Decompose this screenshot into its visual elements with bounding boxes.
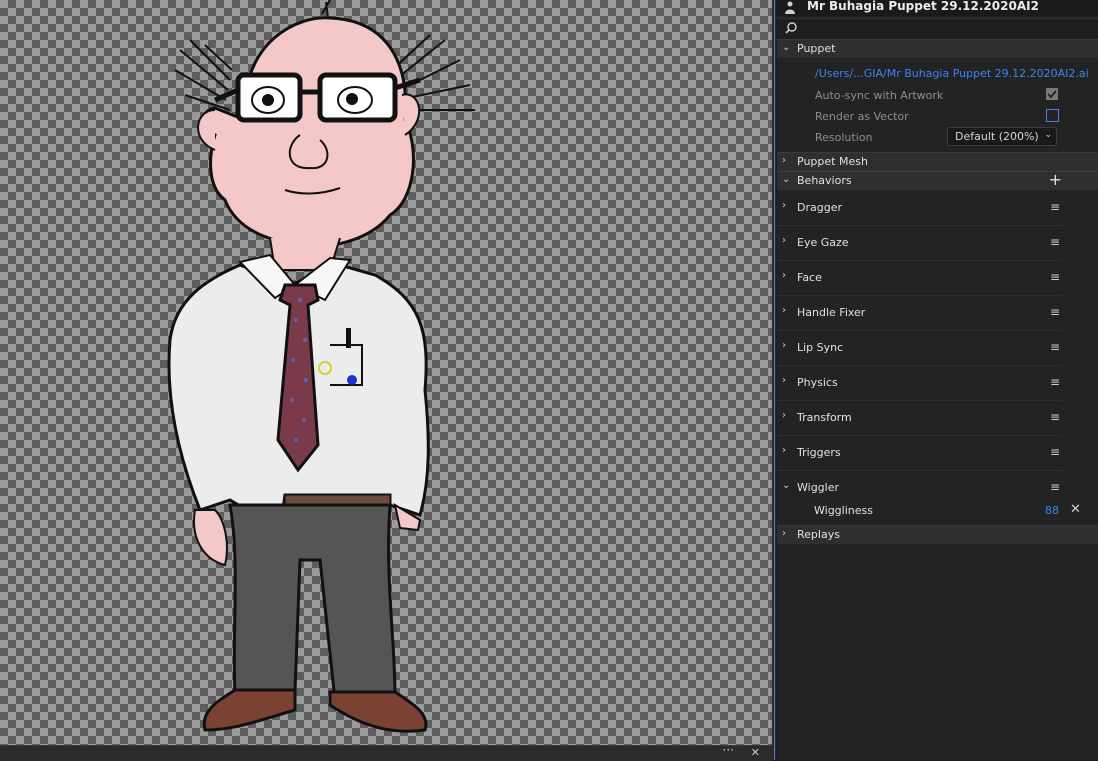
section-label: Puppet Mesh — [797, 155, 868, 168]
behavior-transform[interactable]: › Transform ≡ — [777, 401, 1062, 436]
menu-icon[interactable]: ≡ — [1050, 410, 1060, 424]
chevron-right-icon[interactable]: › — [782, 410, 786, 421]
handle-marker-blue — [347, 375, 357, 385]
behavior-wiggler[interactable]: ⌄ Wiggler ≡ — [777, 471, 1062, 505]
chevron-right-icon[interactable]: › — [782, 340, 786, 351]
behavior-face[interactable]: › Face ≡ — [777, 261, 1062, 296]
chevron-down-icon[interactable]: ⌄ — [782, 480, 790, 491]
right-shoe — [328, 690, 428, 733]
behavior-label: Face — [797, 271, 822, 284]
menu-icon[interactable]: ≡ — [1050, 375, 1060, 389]
behavior-triggers[interactable]: › Triggers ≡ — [777, 436, 1062, 471]
puppet-artwork[interactable] — [0, 0, 772, 745]
wiggliness-value[interactable]: 88 — [1045, 504, 1059, 517]
behavior-label: Handle Fixer — [797, 306, 866, 319]
behavior-label: Triggers — [797, 446, 841, 459]
section-puppet-mesh[interactable]: › Puppet Mesh — [777, 152, 1098, 171]
chevron-right-icon[interactable]: › — [782, 270, 786, 281]
menu-icon[interactable]: ≡ — [1050, 305, 1060, 319]
resolution-dropdown[interactable]: Default (200%) ⌄ — [947, 127, 1057, 146]
more-options-icon[interactable]: ··· — [723, 743, 734, 757]
behavior-physics[interactable]: › Physics ≡ — [777, 366, 1062, 401]
behavior-label: Eye Gaze — [797, 236, 849, 249]
behavior-label: Wiggler — [797, 481, 840, 494]
pen — [346, 328, 351, 348]
resolution-label: Resolution — [815, 131, 873, 144]
chevron-right-icon[interactable]: › — [782, 200, 786, 211]
section-behaviors[interactable]: ⌄ Behaviors + — [777, 170, 1098, 190]
add-behavior-icon[interactable]: + — [1049, 170, 1062, 189]
search-icon — [785, 22, 797, 34]
left-ear — [197, 109, 216, 151]
chevron-right-icon[interactable]: › — [782, 445, 786, 456]
puppet-header: Mr Buhagia Puppet 29.12.2020AI2 — [777, 0, 1098, 16]
panel-divider[interactable] — [772, 0, 776, 760]
section-puppet[interactable]: ⌄ Puppet — [777, 39, 1098, 58]
behavior-label: Physics — [797, 376, 838, 389]
section-label: Behaviors — [797, 174, 852, 187]
behavior-lip-sync[interactable]: › Lip Sync ≡ — [777, 331, 1062, 366]
properties-panel: Mr Buhagia Puppet 29.12.2020AI2 ⌄ Puppet… — [777, 0, 1098, 760]
behavior-eye-gaze[interactable]: › Eye Gaze ≡ — [777, 226, 1062, 261]
section-label: Replays — [797, 528, 840, 541]
menu-icon[interactable]: ≡ — [1050, 480, 1060, 494]
close-icon[interactable]: ✕ — [751, 746, 760, 759]
behavior-dragger[interactable]: › Dragger ≡ — [777, 191, 1062, 226]
resolution-value: Default (200%) — [955, 130, 1039, 143]
chevron-right-icon[interactable]: › — [782, 375, 786, 386]
checkmark-icon — [1047, 90, 1057, 99]
right-ear — [401, 93, 421, 136]
menu-icon[interactable]: ≡ — [1050, 200, 1060, 214]
canvas-footer: ··· ✕ — [0, 743, 772, 761]
search-field[interactable] — [777, 18, 1098, 39]
auto-sync-label: Auto-sync with Artwork — [815, 89, 944, 102]
render-vector-label: Render as Vector — [815, 110, 909, 123]
chevron-right-icon[interactable]: › — [782, 235, 786, 246]
chevron-right-icon: › — [782, 528, 786, 539]
puppet-title: Mr Buhagia Puppet 29.12.2020AI2 — [807, 0, 1039, 13]
render-vector-checkbox[interactable] — [1046, 109, 1059, 122]
auto-sync-checkbox[interactable] — [1046, 88, 1058, 100]
wiggliness-param: Wiggliness 88 ✕ — [777, 502, 1098, 522]
menu-icon[interactable]: ≡ — [1050, 340, 1060, 354]
menu-icon[interactable]: ≡ — [1050, 270, 1060, 284]
artwork-path-link[interactable]: /Users/...GIA/Mr Buhagia Puppet 29.12.20… — [815, 67, 1089, 80]
wiggliness-label: Wiggliness — [814, 504, 873, 517]
behavior-label: Lip Sync — [797, 341, 844, 354]
chevron-down-icon: ⌄ — [1044, 130, 1052, 140]
puppet-canvas[interactable] — [0, 0, 772, 745]
section-label: Puppet — [797, 42, 836, 55]
behavior-handle-fixer[interactable]: › Handle Fixer ≡ — [777, 296, 1062, 331]
chevron-right-icon: › — [782, 155, 786, 166]
chevron-down-icon: ⌄ — [782, 174, 791, 185]
puppet-person-icon — [785, 1, 795, 14]
behavior-label: Transform — [797, 411, 852, 424]
chevron-down-icon: ⌄ — [782, 42, 791, 53]
behavior-label: Dragger — [797, 201, 842, 214]
close-icon[interactable]: ✕ — [1070, 502, 1081, 517]
menu-icon[interactable]: ≡ — [1050, 235, 1060, 249]
chevron-right-icon[interactable]: › — [782, 305, 786, 316]
pants — [228, 503, 397, 702]
section-replays[interactable]: › Replays — [777, 525, 1098, 544]
glasses — [214, 72, 421, 123]
left-hand — [193, 509, 228, 567]
left-shoe — [202, 688, 297, 732]
head — [202, 16, 415, 248]
menu-icon[interactable]: ≡ — [1050, 445, 1060, 459]
